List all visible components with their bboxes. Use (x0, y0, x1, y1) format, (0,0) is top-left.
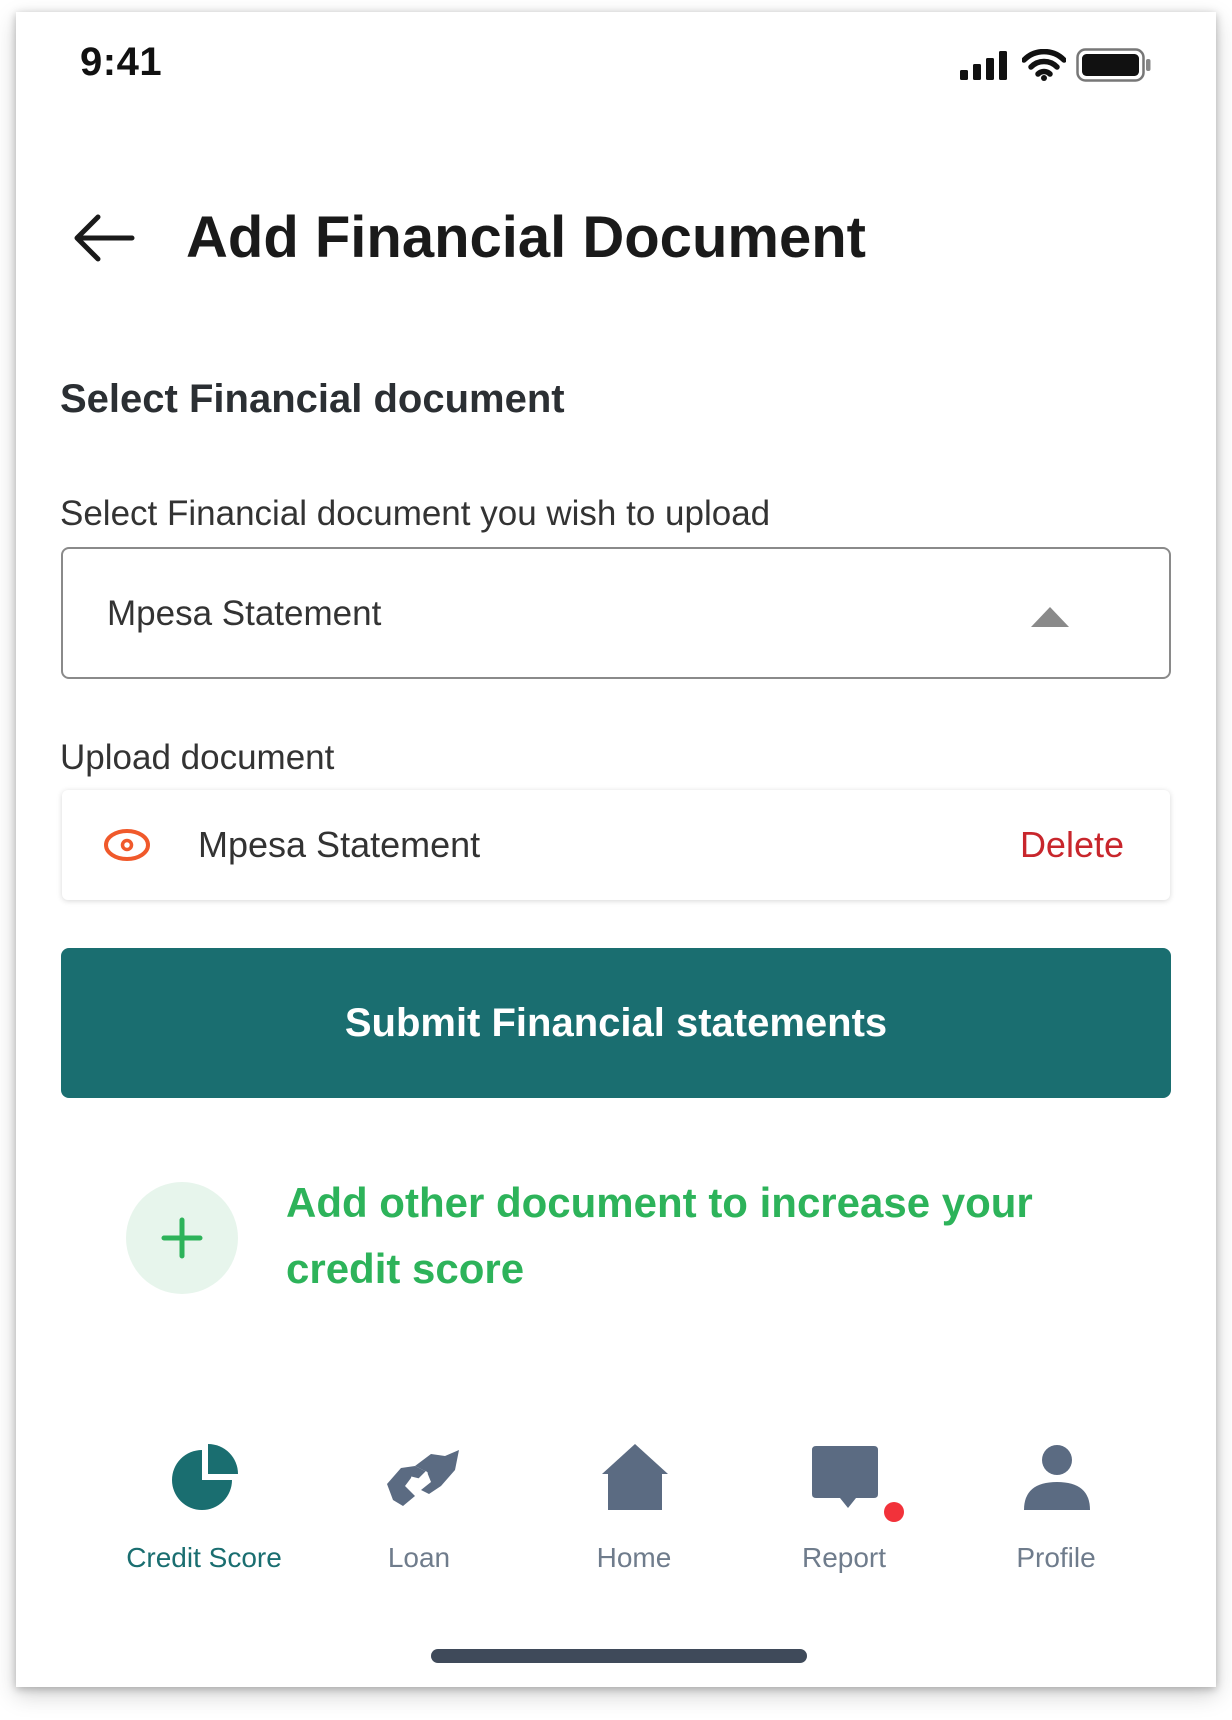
document-type-select[interactable]: Mpesa Statement (61, 547, 1171, 679)
notification-badge (884, 1502, 904, 1522)
page-title: Add Financial Document (186, 205, 866, 270)
eye-icon[interactable] (102, 826, 152, 864)
wifi-icon (1022, 49, 1066, 81)
uploaded-file-name: Mpesa Statement (198, 824, 481, 865)
chat-bubble-icon (812, 1446, 878, 1508)
battery-icon (1076, 48, 1151, 82)
submit-button[interactable]: Submit Financial statements (61, 948, 1171, 1098)
select-label: Select Financial document you wish to up… (60, 494, 771, 533)
nav-item-report[interactable]: Report (744, 1442, 944, 1582)
caret-up-icon (1031, 607, 1069, 627)
phone-screen: 9:41 Add Financial Document Select Finan… (16, 12, 1216, 1687)
plus-icon (161, 1217, 203, 1259)
nav-label-profile: Profile (1016, 1542, 1096, 1573)
nav-label-credit-score: Credit Score (126, 1542, 282, 1573)
cellular-signal-icon (960, 51, 1007, 80)
status-time: 9:41 (80, 40, 163, 84)
home-indicator (431, 1649, 807, 1663)
uploaded-file-card: Mpesa Statement Delete (62, 790, 1170, 900)
delete-button[interactable]: Delete (1020, 824, 1124, 866)
home-icon (602, 1444, 668, 1510)
status-icons (960, 48, 1152, 82)
plus-icon-circle (126, 1182, 238, 1294)
pie-chart-icon (172, 1444, 238, 1510)
nav-item-loan[interactable]: Loan (319, 1442, 519, 1582)
upload-label: Upload document (60, 738, 335, 777)
nav-item-profile[interactable]: Profile (956, 1442, 1156, 1582)
handshake-icon (387, 1450, 459, 1506)
nav-label-report: Report (801, 1542, 887, 1573)
nav-label-loan: Loan (387, 1542, 451, 1573)
nav-item-credit-score[interactable]: Credit Score (104, 1442, 304, 1582)
bottom-nav: Credit Score Loan Home Report Profile (16, 1442, 1216, 1582)
arrow-left-icon[interactable] (68, 208, 140, 268)
section-title: Select Financial document (60, 377, 565, 421)
select-value: Mpesa Statement (107, 594, 382, 633)
user-icon (1024, 1445, 1090, 1510)
add-other-document-button[interactable]: Add other document to increase your cred… (126, 1179, 1126, 1332)
nav-item-home[interactable]: Home (534, 1442, 734, 1582)
add-other-document-text: Add other document to increase your cred… (286, 1179, 1033, 1292)
nav-label-home: Home (596, 1542, 672, 1573)
